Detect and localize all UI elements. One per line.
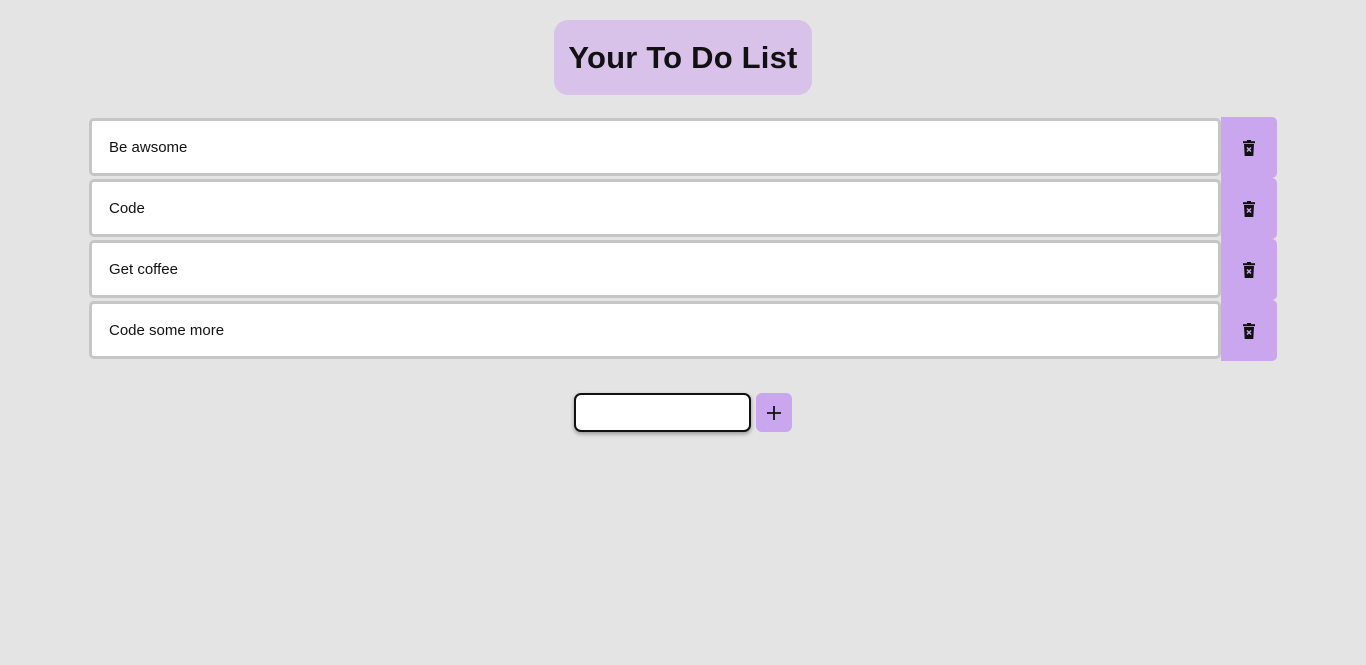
delete-button[interactable] bbox=[1221, 239, 1277, 300]
page-title: Your To Do List bbox=[568, 39, 798, 75]
new-todo-input[interactable] bbox=[574, 393, 751, 432]
add-todo-button[interactable] bbox=[756, 393, 792, 432]
delete-button[interactable] bbox=[1221, 300, 1277, 361]
todo-item: Get coffee bbox=[89, 239, 1277, 300]
trash-x-icon bbox=[1243, 261, 1255, 278]
trash-x-icon bbox=[1243, 139, 1255, 156]
delete-button[interactable] bbox=[1221, 178, 1277, 239]
todo-list: Be awsome Code Get coffee Code some more bbox=[89, 117, 1277, 361]
todo-item-text: Code some more bbox=[89, 301, 1221, 359]
todo-item-text: Code bbox=[89, 179, 1221, 237]
todo-item: Code bbox=[89, 178, 1277, 239]
todo-app: Your To Do List Be awsome Code Get coffe… bbox=[0, 0, 1366, 665]
plus-icon bbox=[767, 405, 781, 420]
trash-x-icon bbox=[1243, 322, 1255, 339]
trash-x-icon bbox=[1243, 200, 1255, 217]
title-banner: Your To Do List bbox=[554, 20, 812, 95]
todo-item: Code some more bbox=[89, 300, 1277, 361]
todo-item: Be awsome bbox=[89, 117, 1277, 178]
todo-item-text: Be awsome bbox=[89, 118, 1221, 176]
delete-button[interactable] bbox=[1221, 117, 1277, 178]
todo-item-text: Get coffee bbox=[89, 240, 1221, 298]
